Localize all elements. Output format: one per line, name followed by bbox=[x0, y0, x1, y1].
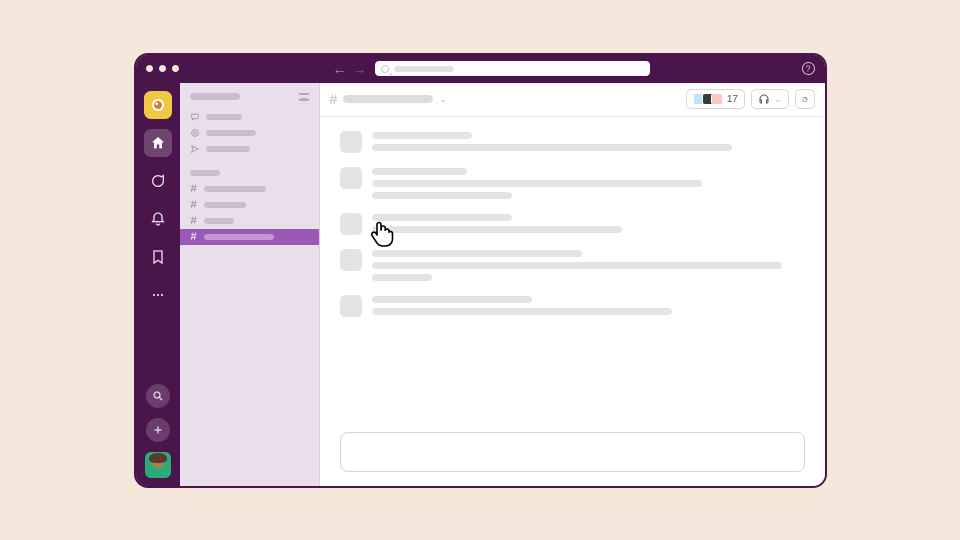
nav-forward-icon[interactable]: → bbox=[353, 61, 367, 77]
filter-icon[interactable] bbox=[299, 93, 309, 101]
rail-compose-button[interactable] bbox=[146, 418, 170, 442]
history-nav: ← → bbox=[333, 61, 367, 77]
channel-sidebar: # # # # bbox=[180, 83, 320, 486]
threads-icon bbox=[190, 112, 200, 122]
drafts-icon bbox=[190, 144, 200, 154]
headphones-icon bbox=[758, 93, 770, 105]
hash-icon: # bbox=[190, 215, 198, 227]
chevron-down-icon: ⌄ bbox=[774, 94, 782, 105]
sidebar-item-threads[interactable] bbox=[180, 109, 319, 125]
member-avatars bbox=[693, 93, 723, 105]
huddle-button[interactable]: ⌄ bbox=[751, 89, 789, 109]
sidebar-section-header[interactable] bbox=[180, 165, 319, 181]
channel-header: # ⌄ 17 ⌄ bbox=[320, 83, 825, 117]
search-icon bbox=[381, 65, 389, 73]
workspace-switcher[interactable] bbox=[144, 91, 172, 119]
rail-search-button[interactable] bbox=[146, 384, 170, 408]
chevron-down-icon[interactable]: ⌄ bbox=[439, 94, 447, 105]
sidebar-item-mentions[interactable] bbox=[180, 125, 319, 141]
workspace-name-ghost bbox=[190, 93, 240, 100]
search-placeholder-ghost bbox=[394, 66, 454, 72]
main-pane: # ⌄ 17 ⌄ bbox=[320, 83, 825, 486]
message-item[interactable] bbox=[340, 167, 805, 199]
workspace-rail bbox=[136, 83, 180, 486]
global-search-input[interactable] bbox=[375, 61, 650, 76]
channel-name-ghost[interactable] bbox=[343, 95, 433, 103]
member-count: 17 bbox=[727, 94, 738, 105]
app-body: # # # # # ⌄ bbox=[136, 83, 825, 486]
rail-home-button[interactable] bbox=[144, 129, 172, 157]
nav-back-icon[interactable]: ← bbox=[333, 61, 347, 77]
rail-more-button[interactable] bbox=[144, 281, 172, 309]
message-item[interactable] bbox=[340, 213, 805, 235]
hash-icon: # bbox=[190, 231, 198, 243]
mentions-icon bbox=[190, 128, 200, 138]
message-avatar[interactable] bbox=[340, 213, 362, 235]
user-avatar[interactable] bbox=[145, 452, 171, 478]
workspace-name[interactable] bbox=[180, 91, 319, 109]
sidebar-item-drafts[interactable] bbox=[180, 141, 319, 157]
message-avatar[interactable] bbox=[340, 167, 362, 189]
sidebar-channel-item-selected[interactable]: # bbox=[180, 229, 319, 245]
message-avatar[interactable] bbox=[340, 131, 362, 153]
message-item[interactable] bbox=[340, 249, 805, 281]
window-dot[interactable] bbox=[172, 65, 179, 72]
sidebar-channel-item[interactable]: # bbox=[180, 197, 319, 213]
message-avatar[interactable] bbox=[340, 249, 362, 271]
canvas-icon bbox=[802, 93, 808, 106]
hash-icon: # bbox=[330, 91, 338, 107]
window-traffic-lights[interactable] bbox=[146, 65, 179, 72]
composer-area bbox=[320, 424, 825, 486]
rail-activity-button[interactable] bbox=[144, 205, 172, 233]
hash-icon: # bbox=[190, 183, 198, 195]
message-list[interactable] bbox=[320, 117, 825, 424]
app-window: ← → ? bbox=[134, 53, 827, 488]
window-dot[interactable] bbox=[146, 65, 153, 72]
message-item[interactable] bbox=[340, 131, 805, 153]
message-avatar[interactable] bbox=[340, 295, 362, 317]
rail-dms-button[interactable] bbox=[144, 167, 172, 195]
sidebar-channel-item[interactable]: # bbox=[180, 213, 319, 229]
message-composer[interactable] bbox=[340, 432, 805, 472]
window-dot[interactable] bbox=[159, 65, 166, 72]
sidebar-channel-item[interactable]: # bbox=[180, 181, 319, 197]
rail-later-button[interactable] bbox=[144, 243, 172, 271]
message-item[interactable] bbox=[340, 295, 805, 317]
channel-members-button[interactable]: 17 bbox=[686, 89, 745, 109]
titlebar: ← → ? bbox=[136, 55, 825, 83]
canvas-button[interactable] bbox=[795, 89, 815, 109]
help-icon[interactable]: ? bbox=[802, 62, 815, 75]
hash-icon: # bbox=[190, 199, 198, 211]
